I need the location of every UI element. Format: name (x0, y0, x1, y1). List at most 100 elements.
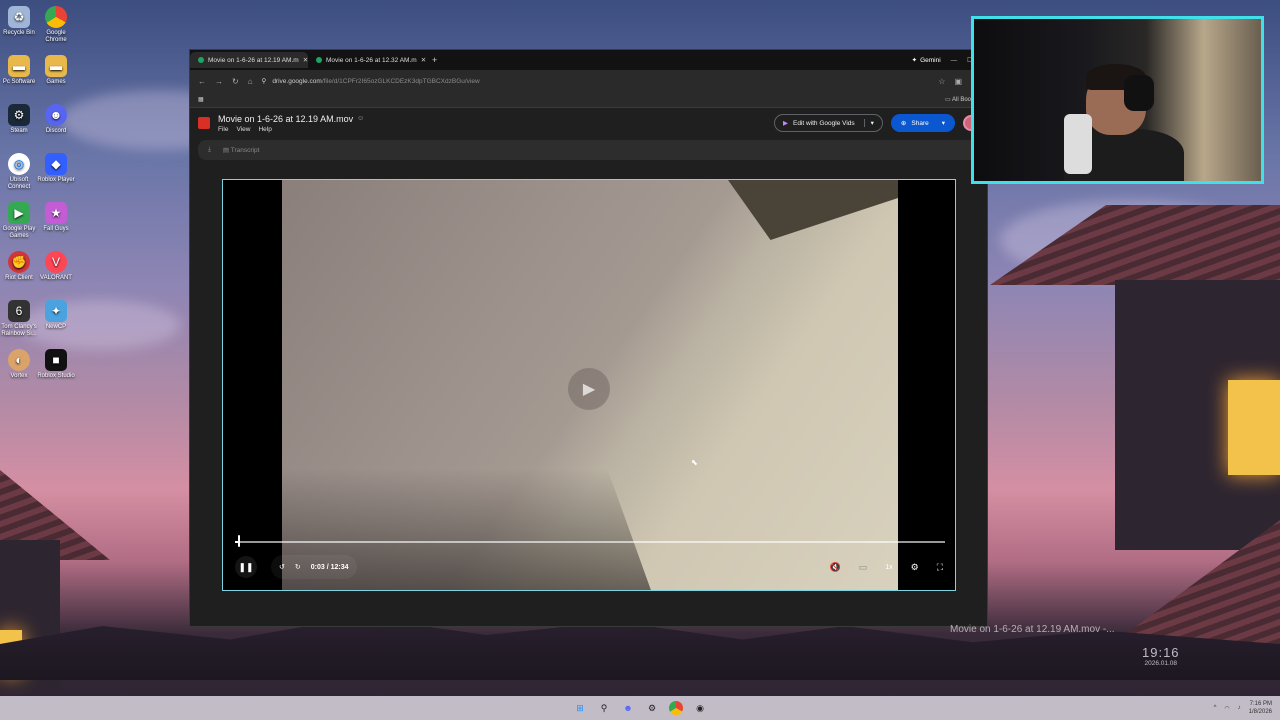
windows-start-icon[interactable]: ⊞ (573, 701, 587, 715)
rewind-10-icon[interactable]: ↺ (279, 563, 285, 571)
taskbar: ⊞ ⚲ ☻ ⚙ ◉ ^ ◠ ♪ 7:16 PM 1/8/2026 (0, 696, 1280, 720)
tab-strip: Movie on 1-6-26 at 12.19 AM.m ✕ Movie on… (190, 50, 987, 70)
rainbow-six-icon: 6 (8, 300, 30, 322)
fall-guys-icon: ★ (45, 202, 67, 224)
desktop-icon-roblox-studio[interactable]: ■ Roblox Studio (37, 349, 75, 380)
desktop-icon-vortex[interactable]: ◐ Vortex (0, 349, 38, 380)
discord-icon: ☻ (45, 104, 67, 126)
drive-favicon-icon (198, 57, 204, 63)
extension-icon[interactable]: ▣ (954, 77, 962, 86)
chrome-icon[interactable] (669, 701, 683, 715)
desktop-icon-steam[interactable]: ⚙ Steam (0, 104, 38, 135)
new-tab-button[interactable]: + (426, 55, 443, 65)
settings-gear-icon[interactable]: ⚙ (911, 562, 919, 573)
desktop-icon-ubisoft[interactable]: ◎ Ubisoft Connect (0, 153, 38, 191)
bookmark-star-icon[interactable]: ☆ (938, 77, 945, 86)
pause-button[interactable]: ❚❚ (235, 556, 257, 578)
chevron-down-icon: ▾ (941, 120, 945, 127)
reload-icon[interactable]: ↻ (232, 77, 239, 86)
desktop-icon-pc-software[interactable]: ▬ Pc Software (0, 55, 38, 86)
volume-icon[interactable]: ♪ (1238, 705, 1241, 711)
bookmarks-bar: ▦ ▭ All Bookm (190, 92, 987, 108)
valorant-icon: V (45, 251, 67, 273)
roblox-studio-icon: ■ (45, 349, 67, 371)
newcp-icon: ✦ (45, 300, 67, 322)
webcam-overlay (971, 16, 1264, 184)
gemini-button[interactable]: ✦ Gemini (911, 56, 941, 65)
vids-icon: ▶ (782, 120, 788, 127)
desktop-icon-valorant[interactable]: V VALORANT (37, 251, 75, 282)
browser-window: Movie on 1-6-26 at 12.19 AM.m ✕ Movie on… (189, 49, 988, 627)
edit-with-vids-button[interactable]: ▶ Edit with Google Vids ▾ (773, 114, 883, 132)
time-display: 0:03 / 12:34 (310, 563, 349, 571)
chevron-down-icon[interactable]: ▾ (863, 119, 874, 127)
desktop-icon-fall-guys[interactable]: ★ Fall Guys (37, 202, 75, 233)
site-info-icon: ⚲ (261, 78, 267, 85)
address-bar: ← → ↻ ⌂ ⚲ drive.google.com/file/d/1CPFr2… (190, 70, 987, 92)
shared-icon: ☺ (357, 115, 365, 122)
player-controls: ❚❚ ↺ ↻ 0:03 / 12:34 🔇 ▭ 1x ⚙ ⛶ (223, 544, 955, 590)
download-icon[interactable]: ⤓ (208, 146, 211, 154)
back-icon[interactable]: ← (198, 77, 206, 86)
file-title: Movie on 1-6-26 at 12.19 AM.mov (218, 113, 354, 124)
desktop-icon-recycle-bin[interactable]: ♻ Recycle Bin (0, 6, 38, 37)
headphones-icon (1124, 75, 1154, 111)
transcript-button[interactable]: ▤ Transcript (223, 146, 260, 154)
ubisoft-icon: ◎ (8, 153, 30, 175)
chevron-up-icon[interactable]: ^ (1214, 705, 1217, 711)
tab-movie-1232[interactable]: Movie on 1-6-26 at 12.32 AM.m ✕ (308, 52, 426, 68)
vortex-icon: ◐ (8, 349, 30, 371)
drive-header: Movie on 1-6-26 at 12.19 AM.mov ☺ File V… (190, 108, 987, 138)
tray-clock[interactable]: 7:16 PM 1/8/2026 (1249, 700, 1272, 716)
share-button[interactable]: ⊕ Share ▾ (890, 114, 955, 132)
viewer-toolbar: ⤓ ▤ Transcript (198, 140, 979, 160)
discord-icon[interactable]: ☻ (621, 701, 635, 715)
search-icon[interactable]: ⚲ (597, 701, 611, 715)
forward-10-icon[interactable]: ↻ (295, 563, 301, 571)
folder-icon: ▬ (45, 55, 67, 77)
now-playing-widget: Movie on 1-6-26 at 12.19 AM.mov -... (950, 624, 1115, 635)
drive-favicon-icon (316, 57, 322, 63)
apps-grid-icon[interactable]: ▦ (198, 96, 204, 103)
home-icon[interactable]: ⌂ (248, 77, 253, 86)
minimize-button[interactable]: — (951, 57, 958, 64)
video-player[interactable]: ▶ ❚❚ ↺ ↻ 0:03 / 12:34 🔇 ▭ 1x ⚙ ⛶ (222, 179, 956, 591)
menu-file[interactable]: File (218, 126, 228, 133)
menu-view[interactable]: View (236, 126, 250, 133)
url-field[interactable]: ⚲ drive.google.com/file/d/1CPFr2I65ozGLK… (262, 74, 930, 88)
desktop-icon-games[interactable]: ▬ Games (37, 55, 75, 86)
desktop-icon-discord[interactable]: ☻ Discord (37, 104, 75, 135)
speed-button[interactable]: 1x (885, 564, 892, 571)
microphone-icon (1064, 114, 1092, 174)
recycle-bin-icon: ♻ (8, 6, 30, 28)
desktop-icon-newcp[interactable]: ✦ NewCP (37, 300, 75, 331)
menu-help[interactable]: Help (258, 126, 271, 133)
folder-icon: ▬ (8, 55, 30, 77)
desktop-clock: 19:16 2026.01.08 (1142, 645, 1180, 667)
video-file-icon (198, 117, 210, 129)
riot-icon: ✊ (8, 251, 30, 273)
roblox-icon: ◆ (45, 153, 67, 175)
seek-group: ↺ ↻ 0:03 / 12:34 (271, 555, 357, 579)
mute-icon[interactable]: 🔇 (829, 562, 840, 573)
desktop-icon-rainbow-six[interactable]: 6 Tom Clancy's Rainbow Si... (0, 300, 38, 338)
steam-icon[interactable]: ⚙ (645, 701, 659, 715)
tab-movie-1219[interactable]: Movie on 1-6-26 at 12.19 AM.m ✕ (190, 52, 308, 68)
desktop-icon-roblox-player[interactable]: ◆ Roblox Player (37, 153, 75, 184)
sparkle-icon: ✦ (911, 57, 918, 64)
desktop-icon-play-games[interactable]: ▶ Google Play Games (0, 202, 38, 240)
steam-icon: ⚙ (8, 104, 30, 126)
forward-icon[interactable]: → (215, 77, 223, 86)
system-tray: ^ ◠ ♪ 7:16 PM 1/8/2026 (1214, 696, 1272, 720)
desktop-icon-chrome[interactable]: Google Chrome (37, 6, 75, 44)
captions-icon[interactable]: ▭ (859, 562, 868, 573)
mouse-cursor-icon: ⬉ (691, 458, 698, 467)
desktop-icon-riot[interactable]: ✊ Riot Client (0, 251, 38, 282)
globe-icon: ⊕ (900, 120, 907, 127)
obs-icon[interactable]: ◉ (693, 701, 707, 715)
fullscreen-icon[interactable]: ⛶ (937, 562, 943, 573)
wifi-icon[interactable]: ◠ (1224, 705, 1229, 712)
play-icon[interactable]: ▶ (568, 368, 610, 410)
chrome-icon (45, 6, 67, 28)
progress-bar[interactable] (235, 541, 945, 543)
